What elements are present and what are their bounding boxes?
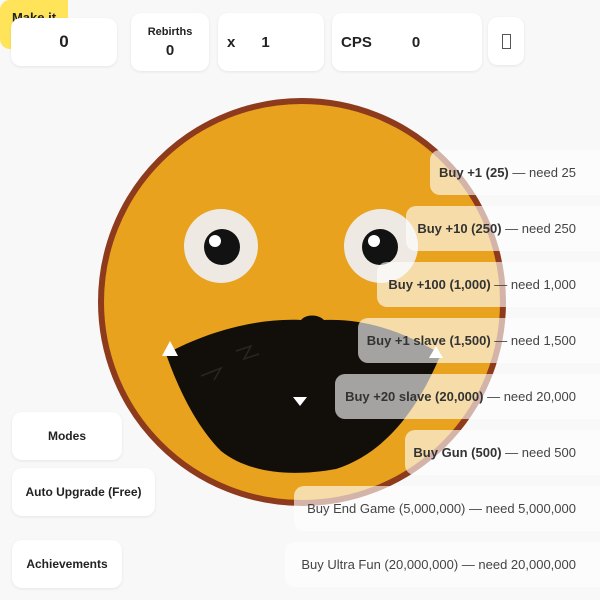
buy-ultra-fun-button[interactable]: Buy Ultra Fun (20,000,000) — need 20,000… [285,542,600,587]
rebirths-label: Rebirths [147,25,193,38]
score-display: 0 [11,18,117,66]
auto-upgrade-button[interactable]: Auto Upgrade (Free) [12,468,155,516]
modes-button[interactable]: Modes [12,412,122,460]
buy-end-game-button[interactable]: Buy End Game (5,000,000) — need 5,000,00… [294,486,600,531]
multiplier-label: x [227,33,236,51]
unknown-glyph-icon [501,33,511,49]
score-value: 0 [59,32,69,51]
buy-plus-10-button[interactable]: Buy +10 (250) — need 250 [406,206,600,251]
cps-label: CPS [341,33,372,51]
rebirths-display: Rebirths 0 [131,13,209,71]
buy-plus-1-button[interactable]: Buy +1 (25) — need 25 [430,150,600,195]
cps-display: CPS 0 [332,13,482,71]
buy-plus-1-slave-button[interactable]: Buy +1 slave (1,500) — need 1,500 [358,318,600,363]
cps-value: 0 [411,33,421,51]
multiplier-display: x 1 [218,13,324,71]
buy-plus-100-button[interactable]: Buy +100 (1,000) — need 1,000 [377,262,600,307]
achievements-button[interactable]: Achievements [12,540,122,588]
left-pupil [204,229,240,265]
buy-plus-20-slave-button[interactable]: Buy +20 slave (20,000) — need 20,000 [335,374,600,419]
buy-gun-button[interactable]: Buy Gun (500) — need 500 [405,430,600,475]
rebirths-value: 0 [165,41,175,59]
right-pupil [362,229,398,265]
icon-button[interactable] [488,17,524,65]
multiplier-value: 1 [261,33,270,51]
